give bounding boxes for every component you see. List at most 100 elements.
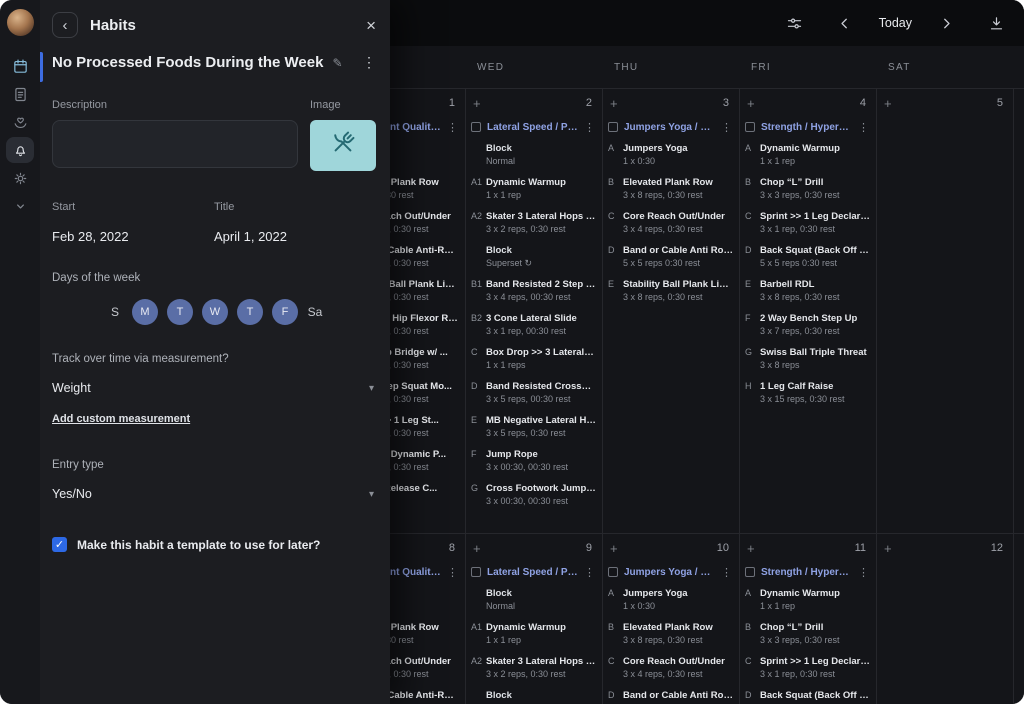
- exercise-item[interactable]: EMB Negative Lateral Hop...3 x 5 reps, 0…: [471, 414, 596, 440]
- exercise-item[interactable]: DBack Squat (Back Off Set)5 x 5 reps 0:3…: [745, 689, 870, 704]
- exercise-item[interactable]: GCross Footwork Jump Rope3 x 00:30, 00:3…: [471, 482, 596, 508]
- day-toggle-selected[interactable]: W: [202, 299, 228, 325]
- exercise-item[interactable]: A1Dynamic Warmup1 x 1 rep: [471, 621, 596, 647]
- workout-checkbox[interactable]: [745, 567, 755, 577]
- entry-type-select[interactable]: Yes/No ▾: [40, 487, 390, 501]
- workout-title[interactable]: Jumpers Yoga / Core: [624, 122, 715, 133]
- document-icon[interactable]: [6, 81, 34, 107]
- exercise-item[interactable]: EStability Ball Plank Linear ...3 x 8 re…: [608, 278, 733, 304]
- add-workout-button[interactable]: +: [882, 542, 892, 555]
- day-toggle-selected[interactable]: T: [167, 299, 193, 325]
- exercise-item[interactable]: H1 Leg Calf Raise3 x 15 reps, 0:30 rest: [745, 380, 870, 406]
- back-button[interactable]: ‹: [52, 12, 78, 38]
- exercise-item[interactable]: A2Skater 3 Lateral Hops >> ...3 x 2 reps…: [471, 210, 596, 236]
- start-date-value[interactable]: Feb 28, 2022: [52, 229, 214, 244]
- exercise-item[interactable]: AJumpers Yoga1 x 0:30: [608, 587, 733, 613]
- exercise-item[interactable]: CCore Reach Out/Under3 x 4 reps, 0:30 re…: [608, 210, 733, 236]
- close-icon[interactable]: ×: [366, 17, 376, 34]
- exercise-item[interactable]: A1Dynamic Warmup1 x 1 rep: [471, 176, 596, 202]
- habit-menu-icon[interactable]: ⋮: [362, 54, 376, 71]
- exercise-item[interactable]: B1Band Resisted 2 Step Late...3 x 4 reps…: [471, 278, 596, 304]
- day-toggle[interactable]: S: [107, 305, 123, 319]
- workout-block[interactable]: BlockSuperset ↻: [471, 689, 596, 704]
- edit-pencil-icon[interactable]: ✎: [332, 56, 342, 70]
- calendar-icon[interactable]: [6, 53, 34, 79]
- day-cell[interactable]: +12: [876, 534, 1013, 704]
- add-workout-button[interactable]: +: [471, 542, 481, 555]
- day-cell[interactable]: +9Lateral Speed / Plyo⋮BlockNormalA1Dyna…: [465, 534, 602, 704]
- exercise-item[interactable]: A2Skater 3 Lateral Hops >> ...3 x 2 reps…: [471, 655, 596, 681]
- day-toggle-selected[interactable]: T: [237, 299, 263, 325]
- add-workout-button[interactable]: +: [745, 542, 755, 555]
- exercise-item[interactable]: CSprint >> 1 Leg Declarations3 x 1 rep, …: [745, 655, 870, 681]
- workout-checkbox[interactable]: [608, 567, 618, 577]
- exercise-item[interactable]: BElevated Plank Row3 x 8 reps, 0:30 rest: [608, 176, 733, 202]
- exercise-item[interactable]: DBand or Cable Anti Rotati...5 x 5 reps …: [608, 689, 733, 704]
- workout-menu-icon[interactable]: ⋮: [584, 121, 596, 134]
- end-date-value[interactable]: April 1, 2022: [214, 229, 287, 244]
- day-toggle-selected[interactable]: M: [132, 299, 158, 325]
- bell-icon[interactable]: [6, 137, 34, 163]
- workout-title[interactable]: Lateral Speed / Plyo: [487, 122, 578, 133]
- exercise-item[interactable]: B23 Cone Lateral Slide3 x 1 rep, 00:30 r…: [471, 312, 596, 338]
- exercise-item[interactable]: ADynamic Warmup1 x 1 rep: [745, 587, 870, 613]
- measurement-select[interactable]: Weight ▾: [40, 381, 390, 395]
- today-button[interactable]: Today: [873, 15, 918, 31]
- exercise-item[interactable]: DBand Resisted Crossover...3 x 5 reps, 0…: [471, 380, 596, 406]
- download-icon[interactable]: [984, 11, 1008, 35]
- heart-hands-icon[interactable]: [6, 109, 34, 135]
- workout-checkbox[interactable]: [608, 122, 618, 132]
- workout-title[interactable]: Strength / Hypertro...: [761, 567, 852, 578]
- workout-checkbox[interactable]: [745, 122, 755, 132]
- exercise-item[interactable]: BElevated Plank Row3 x 8 reps, 0:30 rest: [608, 621, 733, 647]
- day-toggle-selected[interactable]: F: [272, 299, 298, 325]
- workout-title[interactable]: Strength / Hypertro...: [761, 122, 852, 133]
- habit-image-tile[interactable]: [310, 120, 376, 171]
- exercise-item[interactable]: DBack Squat (Back Off Set)5 x 5 reps 0:3…: [745, 244, 870, 270]
- exercise-item[interactable]: CBox Drop >> 3 Lateral H...1 x 1 reps: [471, 346, 596, 372]
- filter-sliders-icon[interactable]: [783, 11, 807, 35]
- workout-menu-icon[interactable]: ⋮: [721, 566, 733, 579]
- workout-menu-icon[interactable]: ⋮: [721, 121, 733, 134]
- day-cell[interactable]: [1013, 534, 1024, 704]
- day-cell[interactable]: [1013, 89, 1024, 533]
- gear-icon[interactable]: [6, 165, 34, 191]
- workout-menu-icon[interactable]: ⋮: [447, 566, 459, 579]
- template-checkbox[interactable]: ✓: [52, 537, 67, 552]
- workout-block[interactable]: BlockNormal: [471, 142, 596, 168]
- exercise-item[interactable]: DBand or Cable Anti Rotati...5 x 5 reps …: [608, 244, 733, 270]
- day-cell[interactable]: +5: [876, 89, 1013, 533]
- day-cell[interactable]: +3Jumpers Yoga / Core⋮AJumpers Yoga1 x 0…: [602, 89, 739, 533]
- day-cell[interactable]: +2Lateral Speed / Plyo⋮BlockNormalA1Dyna…: [465, 89, 602, 533]
- day-cell[interactable]: +11Strength / Hypertro...⋮ADynamic Warmu…: [739, 534, 876, 704]
- exercise-item[interactable]: BChop “L” Drill3 x 3 reps, 0:30 rest: [745, 621, 870, 647]
- workout-block[interactable]: BlockNormal: [471, 587, 596, 613]
- workout-menu-icon[interactable]: ⋮: [447, 121, 459, 134]
- chevron-down-icon[interactable]: [6, 193, 34, 219]
- exercise-item[interactable]: GSwiss Ball Triple Threat3 x 8 reps: [745, 346, 870, 372]
- exercise-item[interactable]: BChop “L” Drill3 x 3 reps, 0:30 rest: [745, 176, 870, 202]
- add-workout-button[interactable]: +: [882, 97, 892, 110]
- exercise-item[interactable]: CSprint >> 1 Leg Declarations3 x 1 rep, …: [745, 210, 870, 236]
- add-workout-button[interactable]: +: [608, 97, 618, 110]
- add-workout-button[interactable]: +: [745, 97, 755, 110]
- day-cell[interactable]: +4Strength / Hypertro...⋮ADynamic Warmup…: [739, 89, 876, 533]
- exercise-item[interactable]: EBarbell RDL3 x 8 reps, 0:30 rest: [745, 278, 870, 304]
- add-workout-button[interactable]: +: [608, 542, 618, 555]
- workout-menu-icon[interactable]: ⋮: [584, 566, 596, 579]
- description-input[interactable]: [52, 120, 298, 168]
- exercise-item[interactable]: F2 Way Bench Step Up3 x 7 reps, 0:30 res…: [745, 312, 870, 338]
- workout-checkbox[interactable]: [471, 122, 481, 132]
- workout-title[interactable]: Jumpers Yoga / Core: [624, 567, 715, 578]
- exercise-item[interactable]: ADynamic Warmup1 x 1 rep: [745, 142, 870, 168]
- prev-week-button[interactable]: [833, 11, 857, 35]
- exercise-item[interactable]: FJump Rope3 x 00:30, 00:30 rest: [471, 448, 596, 474]
- workout-checkbox[interactable]: [471, 567, 481, 577]
- add-custom-measurement-link[interactable]: Add custom measurement: [52, 413, 190, 425]
- avatar[interactable]: [7, 9, 34, 36]
- workout-title[interactable]: Lateral Speed / Plyo: [487, 567, 578, 578]
- workout-menu-icon[interactable]: ⋮: [858, 121, 870, 134]
- day-toggle[interactable]: Sa: [307, 305, 323, 319]
- add-workout-button[interactable]: +: [471, 97, 481, 110]
- day-cell[interactable]: +10Jumpers Yoga / Core⋮AJumpers Yoga1 x …: [602, 534, 739, 704]
